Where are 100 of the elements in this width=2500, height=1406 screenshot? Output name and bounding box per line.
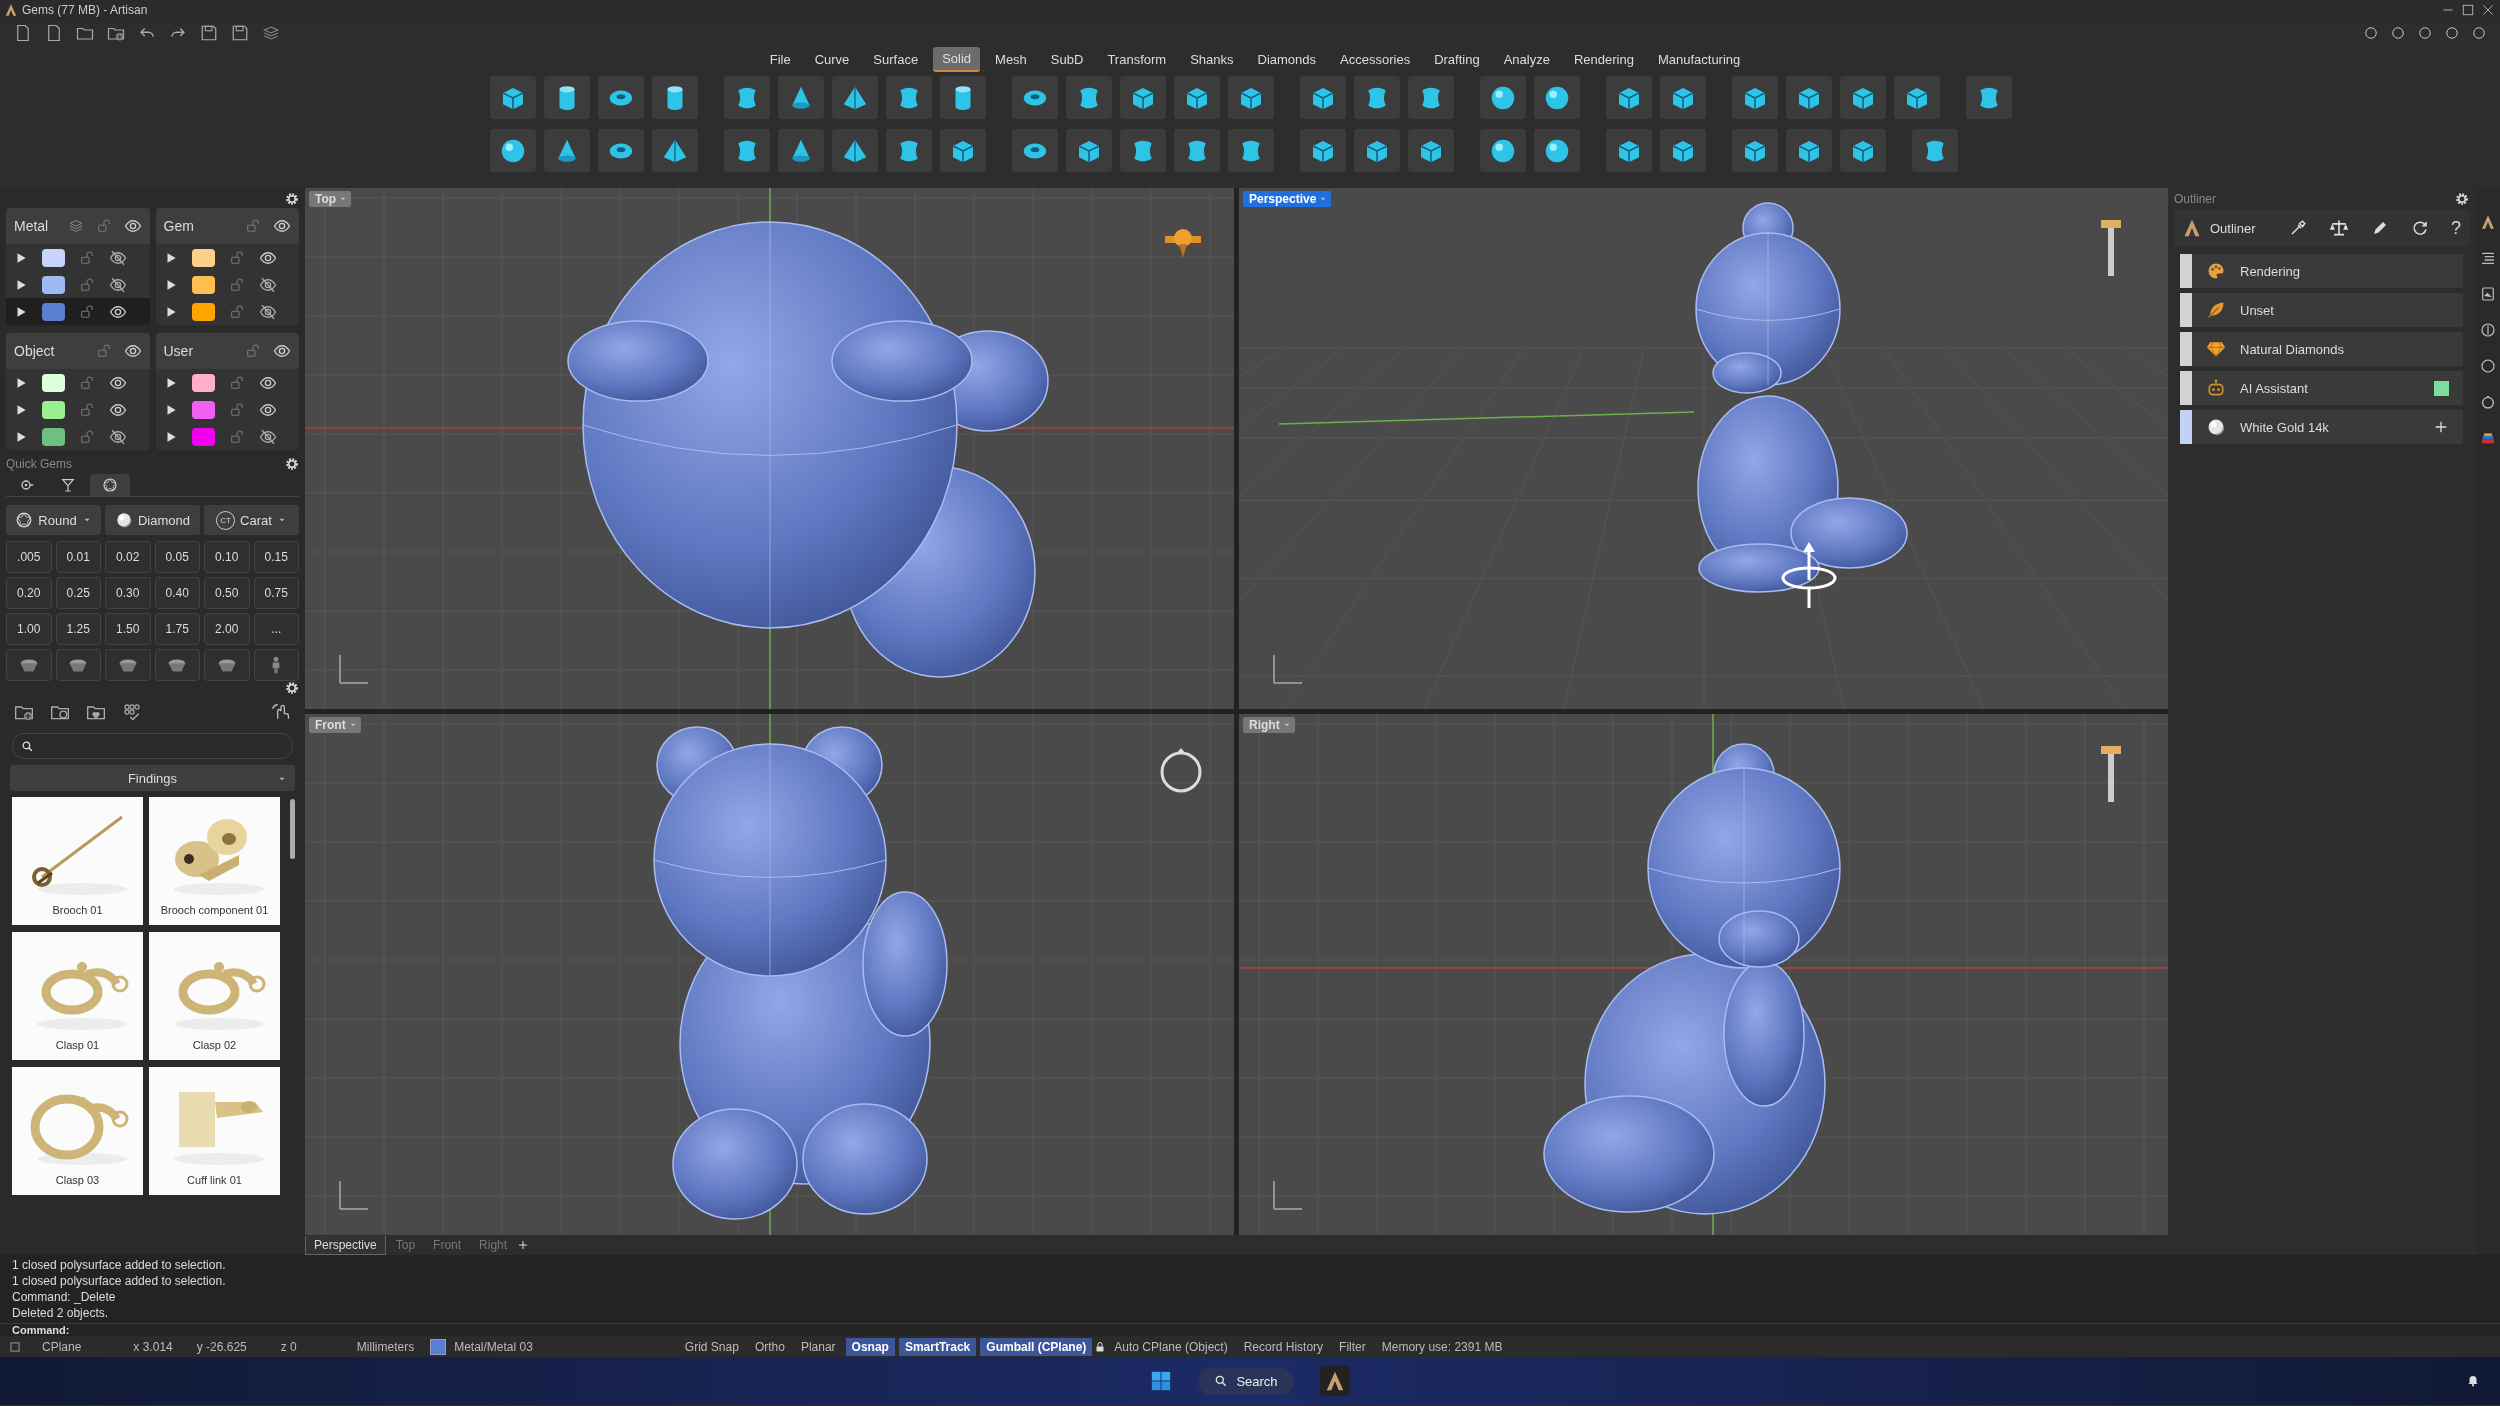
settings-icon[interactable] [285, 457, 299, 471]
bear-model-drawing[interactable] [653, 726, 948, 1220]
hidden-eye-icon[interactable] [258, 275, 277, 294]
coin-icon[interactable] [2479, 322, 2496, 338]
size-button[interactable]: 0.40 [154, 577, 200, 609]
save-icon[interactable] [200, 24, 218, 42]
color-swatch[interactable] [191, 302, 215, 321]
ring-icon[interactable] [2479, 394, 2496, 410]
tool-button[interactable] [1120, 129, 1166, 172]
gumball-icon[interactable] [1781, 542, 1837, 608]
tool-button[interactable] [544, 129, 590, 172]
menu-item[interactable]: Rendering [1564, 47, 1643, 71]
plus-icon[interactable] [517, 1239, 530, 1251]
menu-item[interactable]: Transform [1098, 47, 1176, 71]
gem-shape-button[interactable] [6, 649, 52, 681]
padlock-icon[interactable] [79, 249, 95, 266]
maximize-icon[interactable] [2460, 2, 2476, 18]
settings-icon[interactable] [285, 681, 299, 695]
tool-button[interactable] [1912, 129, 1958, 172]
size-button[interactable]: 2.00 [204, 613, 250, 645]
tool-button[interactable] [1840, 129, 1886, 172]
padlock-icon[interactable] [228, 401, 245, 418]
toggle-button[interactable]: Filter [1331, 1337, 1374, 1356]
screw-icon[interactable] [2101, 746, 2121, 802]
tool-button[interactable] [598, 129, 644, 172]
size-button[interactable]: .005 [6, 541, 52, 573]
hidden-eye-icon[interactable] [109, 275, 127, 294]
toggle-button[interactable]: Planar [794, 1337, 842, 1356]
menu-item[interactable]: Curve [805, 47, 859, 71]
circle-icon[interactable] [2364, 26, 2378, 40]
tool-button[interactable] [1228, 76, 1274, 119]
toggle-button[interactable]: Auto CPlane (Object) [1106, 1337, 1236, 1356]
tool-button[interactable] [1606, 76, 1652, 119]
tool-button[interactable] [1966, 76, 2012, 119]
color-swatch[interactable] [191, 248, 215, 267]
color-swatch[interactable] [2434, 380, 2449, 396]
size-button[interactable]: 1.00 [6, 613, 52, 645]
color-swatch[interactable] [191, 275, 215, 294]
grid-icon[interactable] [122, 702, 142, 722]
panel-icon[interactable] [8, 1339, 22, 1354]
save-icon[interactable] [231, 24, 249, 42]
menu-item[interactable]: Diamonds [1248, 47, 1326, 71]
size-button[interactable]: 0.10 [204, 541, 250, 573]
view-tab[interactable]: Perspective [305, 1235, 386, 1255]
search-field[interactable] [12, 733, 293, 759]
color-swatch[interactable] [42, 248, 65, 267]
eye-icon[interactable] [123, 217, 142, 235]
books-icon[interactable] [2479, 430, 2496, 446]
tool-button[interactable] [832, 129, 878, 172]
circle-icon[interactable] [2472, 26, 2486, 40]
status-text[interactable]: CPlane [34, 1337, 90, 1356]
tool-button[interactable] [1012, 76, 1058, 119]
tool-button[interactable] [1300, 129, 1346, 172]
tool-button[interactable] [1606, 129, 1652, 172]
gem-shape-button[interactable] [105, 649, 151, 681]
tool-button[interactable] [1660, 129, 1706, 172]
size-button[interactable]: 0.50 [204, 577, 250, 609]
size-button[interactable]: 1.25 [55, 613, 101, 645]
menu-item[interactable]: Mesh [986, 47, 1036, 71]
color-swatch[interactable] [42, 400, 65, 419]
tool-button[interactable] [1408, 76, 1454, 119]
ring-icon[interactable] [1160, 748, 1202, 793]
document-icon[interactable] [45, 24, 63, 42]
circle-icon[interactable] [2479, 358, 2496, 374]
eye-icon[interactable] [123, 342, 142, 360]
menu-item[interactable]: Shanks [1181, 47, 1243, 71]
tool-button[interactable] [1840, 76, 1886, 119]
logo-icon[interactable] [2479, 214, 2496, 230]
scrollbar-thumb[interactable] [290, 799, 295, 859]
tool-button[interactable] [1120, 76, 1166, 119]
tool-button[interactable] [1408, 129, 1454, 172]
size-button[interactable]: 0.02 [105, 541, 151, 573]
color-swatch[interactable] [42, 302, 65, 321]
pin-icon[interactable] [1165, 229, 1201, 258]
tool-button[interactable] [1174, 76, 1220, 119]
layer-row[interactable] [6, 298, 150, 325]
padlock-icon[interactable] [79, 401, 95, 418]
tool-button[interactable] [886, 129, 932, 172]
gem-shape-button[interactable] [204, 649, 250, 681]
toggle-button[interactable]: Ortho [748, 1337, 791, 1356]
tool-button[interactable] [652, 129, 698, 172]
padlock-icon[interactable] [228, 249, 245, 266]
layer-button[interactable]: Metal/Metal 03 [446, 1337, 541, 1356]
tool-button[interactable] [1732, 129, 1778, 172]
tool-button[interactable] [1228, 129, 1274, 172]
menu-item[interactable]: Surface [864, 47, 928, 71]
refresh-icon[interactable] [2411, 219, 2429, 237]
viewport-label[interactable]: Perspective [1243, 191, 1332, 207]
list-icon[interactable] [2479, 250, 2496, 266]
image-icon[interactable] [2479, 286, 2496, 302]
hidden-eye-icon[interactable] [258, 302, 277, 321]
outliner-row[interactable]: AI Assistant [2180, 371, 2463, 405]
menu-item[interactable]: Drafting [1425, 47, 1489, 71]
color-swatch[interactable] [42, 275, 65, 294]
padlock-icon[interactable] [79, 374, 95, 391]
menu-item[interactable]: File [760, 47, 800, 71]
tool-button[interactable] [1786, 129, 1832, 172]
help-button[interactable]: ? [2451, 217, 2461, 239]
toggle-button[interactable]: SmartTrack [898, 1337, 977, 1356]
size-button[interactable]: 0.30 [105, 577, 151, 609]
